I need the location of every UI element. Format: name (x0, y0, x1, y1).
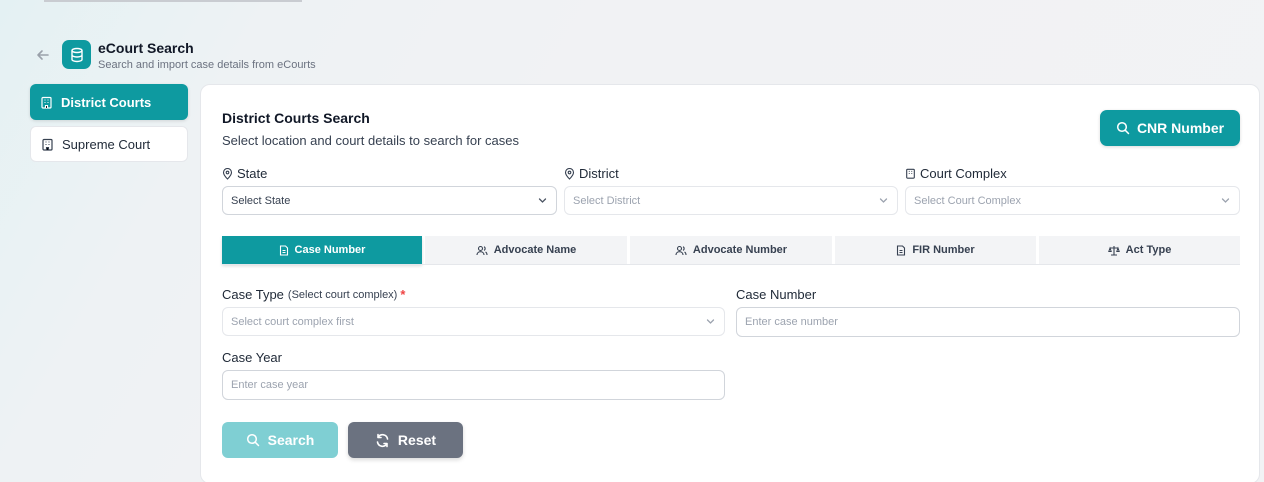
state-label-text: State (237, 166, 268, 181)
sidebar-item-supreme-court[interactable]: Supreme Court (30, 126, 188, 162)
state-select-value: Select State (231, 194, 291, 207)
district-select[interactable]: Select District (564, 186, 898, 215)
required-asterisk: * (400, 287, 406, 302)
case-year-label: Case Year (222, 350, 282, 365)
district-label-text: District (579, 166, 619, 181)
chevron-down-icon (878, 195, 889, 206)
case-number-input[interactable] (736, 307, 1240, 337)
tab-fir-number[interactable]: FIR Number (835, 236, 1036, 264)
chevron-down-icon (705, 316, 716, 327)
tab-advocate-name[interactable]: Advocate Name (425, 236, 627, 264)
case-type-label-text: Case Type (222, 287, 284, 302)
state-select[interactable]: Select State (222, 186, 557, 215)
reset-button[interactable]: Reset (348, 422, 463, 458)
users-icon (476, 245, 488, 256)
page-title: eCourt Search (98, 40, 194, 56)
court-complex-label: Court Complex (905, 166, 1007, 181)
tab-case-number[interactable]: Case Number (222, 236, 422, 264)
case-number-label-text: Case Number (736, 287, 817, 302)
tabs-divider (222, 264, 1240, 265)
court-complex-select-value: Select Court Complex (914, 194, 1021, 207)
cnr-button-label: CNR Number (1136, 120, 1225, 136)
district-select-value: Select District (573, 194, 641, 207)
search-icon (246, 433, 260, 447)
case-number-label: Case Number (736, 287, 816, 302)
back-arrow-icon[interactable] (34, 46, 52, 64)
sidebar-item-district-courts[interactable]: District Courts (30, 84, 188, 120)
tab-act-type[interactable]: Act Type (1039, 236, 1240, 264)
case-year-input[interactable] (222, 370, 725, 400)
chevron-down-icon (537, 195, 548, 206)
search-type-tabs: Case Number Advocate Name Advocate Numbe… (222, 236, 1240, 264)
case-type-label: Case Type (Select court complex) * (222, 287, 405, 302)
search-card: District Courts Search Select location a… (200, 84, 1260, 482)
search-button-label: Search (267, 432, 315, 448)
case-type-hint: (Select court complex) (287, 288, 398, 301)
tab-label: Act Type (1125, 244, 1172, 256)
sidebar: District Courts Supreme Court (30, 84, 188, 168)
document-icon (896, 244, 906, 256)
cnr-number-button[interactable]: CNR Number (1100, 110, 1240, 146)
section-subtitle: Select location and court details to sea… (222, 133, 519, 148)
sidebar-item-label: District Courts (61, 94, 152, 110)
refresh-icon (375, 433, 390, 448)
court-complex-label-text: Court Complex (920, 166, 1007, 181)
district-label: District (564, 166, 619, 181)
case-year-label-text: Case Year (222, 350, 282, 365)
tab-label: Case Number (294, 244, 366, 256)
court-complex-select[interactable]: Select Court Complex (905, 186, 1240, 215)
search-button[interactable]: Search (222, 422, 338, 458)
building-icon (40, 137, 54, 151)
tab-label: Advocate Number (692, 244, 788, 256)
case-type-select[interactable]: Select court complex first (222, 307, 725, 336)
chevron-down-icon (1220, 195, 1231, 206)
case-type-placeholder: Select court complex first (231, 315, 354, 328)
tab-label: Advocate Name (493, 244, 577, 256)
sidebar-item-label: Supreme Court (62, 136, 151, 152)
map-pin-icon (222, 167, 233, 180)
section-title: District Courts Search (222, 110, 370, 126)
map-pin-icon (564, 167, 575, 180)
tab-label: FIR Number (912, 244, 975, 256)
database-icon (62, 40, 91, 69)
reset-button-label: Reset (397, 432, 437, 448)
page-header: eCourt Search Search and import case det… (34, 40, 316, 72)
building-icon (905, 168, 916, 179)
page-subtitle: Search and import case details from eCou… (98, 59, 316, 71)
top-divider (44, 0, 302, 2)
state-label: State (222, 166, 267, 181)
building-icon (39, 95, 53, 109)
scale-icon (1107, 245, 1120, 256)
users-icon (675, 245, 687, 256)
tab-advocate-number[interactable]: Advocate Number (630, 236, 832, 264)
document-icon (279, 244, 289, 256)
search-icon (1116, 121, 1130, 135)
